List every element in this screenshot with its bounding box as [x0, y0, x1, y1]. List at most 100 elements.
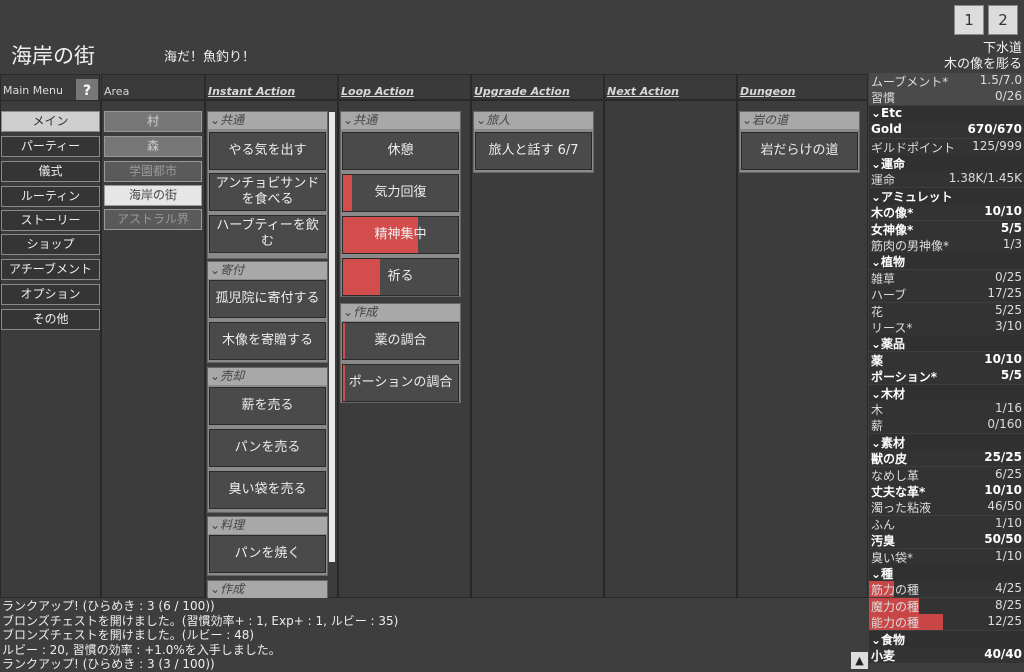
loop-concentrate-button[interactable]: 精神集中	[342, 216, 459, 254]
menu-shop[interactable]: ショップ	[1, 234, 100, 255]
resource-name: ⌄種	[871, 567, 894, 581]
instant-action-header: Instant Action	[205, 74, 338, 100]
action-donate-statue-button[interactable]: 木像を寄贈する	[209, 322, 326, 360]
slot-1-button[interactable]: 1	[954, 5, 984, 35]
resource-row: 木 1/16	[869, 401, 1024, 417]
current-action-2: 木の像を彫る	[943, 57, 1022, 72]
resource-name: ⌄食物	[871, 632, 906, 647]
location-title: 海岸の街	[11, 44, 95, 68]
resource-value: 10/10	[984, 351, 1022, 366]
action-eat-sandwich-button[interactable]: アンチョビサンドを食べる	[209, 173, 326, 211]
action-sell-bread-button[interactable]: パンを売る	[209, 429, 326, 467]
sidebar-section-header[interactable]: ⌄Etc	[869, 105, 1024, 122]
resource-name: 濁った粘液	[871, 501, 932, 516]
resource-name: 臭い袋*	[871, 550, 914, 565]
loop-recover-vigor-button[interactable]: 気力回復	[342, 174, 459, 212]
resource-value: 1/10	[995, 548, 1022, 563]
chevron-down-icon: ⌄	[343, 113, 354, 127]
area-village[interactable]: 村	[104, 111, 202, 132]
resource-name: 運命	[871, 173, 896, 188]
sidebar-section-header[interactable]: ⌄種	[869, 565, 1024, 581]
action-donate-orphanage-button[interactable]: 孤児院に寄付する	[209, 280, 326, 318]
resource-name: ⌄アミュレット	[871, 189, 953, 204]
resource-name: 丈夫な革*	[871, 485, 926, 499]
sidebar-section-header[interactable]: ⌄薬品	[869, 335, 1024, 352]
instant-scrollbar[interactable]	[329, 112, 335, 562]
resource-value: 1.5/7.0	[979, 73, 1022, 87]
resource-row: リース* 3/10	[869, 319, 1024, 335]
resource-name: Gold	[871, 122, 902, 137]
sidebar-section-header[interactable]: ⌄食物	[869, 630, 1024, 647]
action-motivate-button[interactable]: やる気を出す	[209, 132, 326, 170]
resource-name: ⌄運命	[871, 157, 906, 171]
action-drink-tea-button[interactable]: ハーブティーを飲む	[209, 215, 326, 253]
resource-name: ふん	[871, 517, 896, 532]
resource-name: 女神像*	[871, 222, 914, 237]
resource-name: 薪	[871, 419, 884, 434]
resource-value: 5/25	[995, 302, 1022, 317]
resource-value: 5/5	[1000, 368, 1022, 383]
menu-story[interactable]: ストーリー	[1, 210, 100, 231]
menu-achievement[interactable]: アチーブメント	[1, 259, 100, 280]
resource-row: 木の像* 10/10	[869, 204, 1024, 221]
slot-2-button[interactable]: 2	[988, 5, 1018, 35]
sidebar-section-header[interactable]: ⌄運命	[869, 155, 1024, 171]
log-line: ブロンズチェストを開けました。(ルビー : 48)	[2, 628, 255, 642]
menu-party[interactable]: パーティー	[1, 136, 100, 157]
log-expand-button[interactable]: ▲	[851, 652, 868, 669]
resource-name: なめし革	[871, 468, 920, 483]
loop-brew-potion-button[interactable]: ポーションの調合	[342, 364, 459, 402]
resource-name: 汚臭	[871, 534, 896, 549]
location-subtitle: 海だ！魚釣り！	[164, 50, 256, 65]
loop-rest-button[interactable]: 休憩	[342, 132, 459, 170]
dungeon-rocky-road-button[interactable]: 岩だらけの道	[741, 132, 858, 170]
progress-fill	[343, 175, 353, 211]
action-sell-firewood-button[interactable]: 薪を売る	[209, 387, 326, 425]
area-forest[interactable]: 森	[104, 136, 202, 157]
resource-row: 花 5/25	[869, 302, 1024, 319]
log-line: ランクアップ! (ひらめき : 3 (3 / 100))	[2, 657, 215, 671]
resource-row: 魔力の種 8/25	[869, 597, 1024, 614]
resource-name: 木	[871, 403, 884, 417]
resource-row: 雑草 0/25	[869, 269, 1024, 286]
resource-row: 薪 0/160	[869, 417, 1024, 434]
chevron-down-icon: ⌄	[476, 113, 487, 127]
resource-row: 習慣 0/26	[869, 89, 1024, 106]
action-bake-bread-button[interactable]: パンを焼く	[209, 535, 326, 573]
sidebar-section-header[interactable]: ⌄木材	[869, 384, 1024, 401]
resource-name: 木の像*	[871, 206, 914, 221]
area-astral[interactable]: アストラル界	[104, 209, 202, 230]
menu-routine[interactable]: ルーティン	[1, 186, 100, 207]
loop-brew-medicine-button[interactable]: 薬の調合	[342, 322, 459, 360]
menu-main[interactable]: メイン	[1, 111, 100, 132]
resource-row: 筋力の種 4/25	[869, 581, 1024, 598]
area-coastal-town[interactable]: 海岸の街	[104, 185, 202, 206]
resource-name: ⌄薬品	[871, 337, 906, 352]
sidebar-section-header[interactable]: ⌄アミュレット	[869, 187, 1024, 204]
resource-row: 筋肉の男神像* 1/3	[869, 237, 1024, 253]
area-academy-city[interactable]: 学園都市	[104, 161, 202, 182]
menu-other[interactable]: その他	[1, 309, 100, 330]
resource-row: 臭い袋* 1/10	[869, 548, 1024, 565]
resource-name: ムーブメント*	[871, 75, 949, 89]
resource-row: 汚臭 50/50	[869, 532, 1024, 549]
resource-name: ⌄木材	[871, 386, 906, 401]
message-log: ランクアップ! (ひらめき : 3 (6 / 100)) ブロンズチェストを開け…	[0, 599, 860, 672]
menu-ritual[interactable]: 儀式	[1, 161, 100, 182]
resource-row: 女神像* 5/5	[869, 220, 1024, 237]
upgrade-talk-traveler-button[interactable]: 旅人と話す 6/7	[475, 132, 592, 170]
next-action-column	[604, 100, 737, 598]
chevron-down-icon: ⌄	[742, 113, 753, 127]
instant-group-craft: ⌄作成	[207, 580, 328, 598]
chevron-down-icon: ⌄	[343, 305, 354, 319]
loop-pray-button[interactable]: 祈る	[342, 258, 459, 296]
action-sell-smelly-bag-button[interactable]: 臭い袋を売る	[209, 471, 326, 509]
resource-name: ギルドポイント	[871, 140, 956, 155]
resource-row: ふん 1/10	[869, 515, 1024, 532]
resource-name: ⌄素材	[871, 435, 906, 450]
game-window: 1 2 海岸の街 海だ！魚釣り！ 下水道 木の像を彫る Main Menu ? …	[0, 0, 1024, 672]
chevron-down-icon: ⌄	[210, 582, 221, 596]
sidebar-section-header[interactable]: ⌄植物	[869, 253, 1024, 270]
menu-options[interactable]: オプション	[1, 284, 100, 305]
sidebar-section-header[interactable]: ⌄素材	[869, 433, 1024, 450]
